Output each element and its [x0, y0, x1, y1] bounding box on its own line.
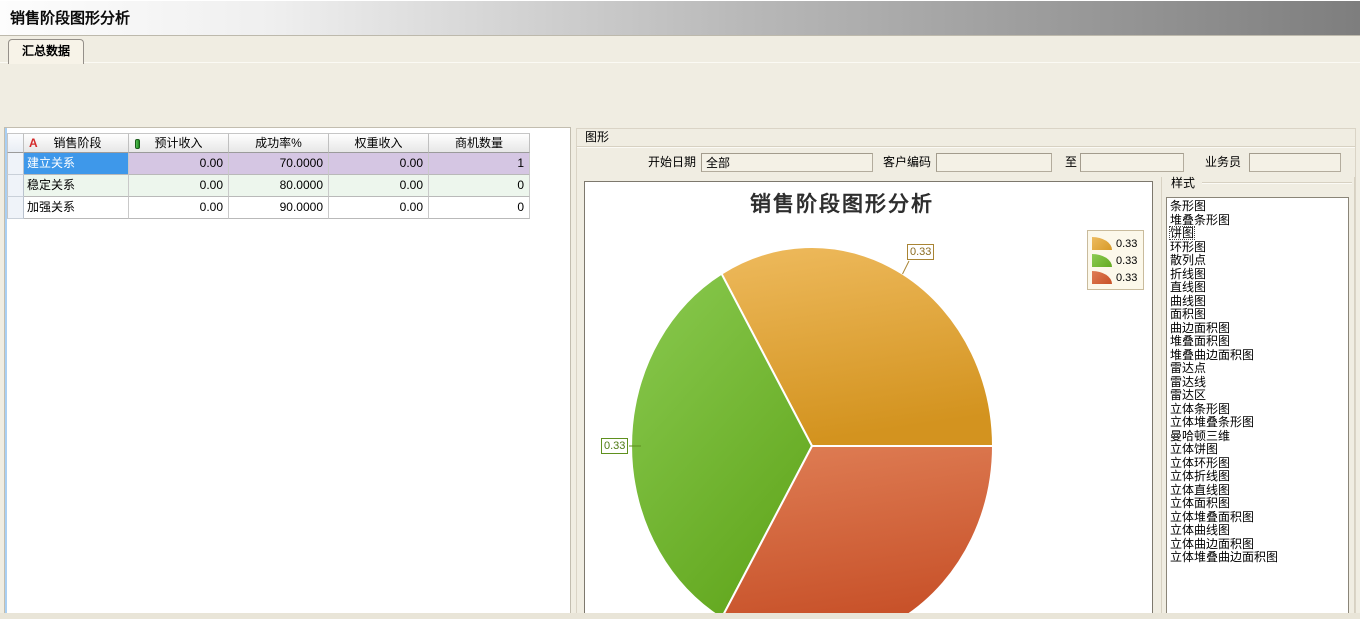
style-group: 样式 条形图 堆叠条形图 饼图 环形图 散列点 折线图 直线图 曲线图 面积图 … — [1161, 177, 1355, 619]
expected-income-cell[interactable]: 0.00 — [129, 153, 229, 175]
success-rate-cell[interactable]: 70.0000 — [229, 153, 329, 175]
opportunity-count-cell[interactable]: 0 — [429, 197, 530, 219]
content-area: A 销售阶段 预计收入 成功率% 权重收入 商机数量 — [0, 62, 1360, 613]
column-header-success-rate[interactable]: 成功率% — [229, 133, 329, 153]
table-row[interactable]: 稳定关系 0.00 80.0000 0.00 0 — [7, 175, 530, 197]
opportunity-count-cell[interactable]: 0 — [429, 175, 530, 197]
chart-area: 销售阶段图形分析 0.33 0.33 0.33 0.33 0.33 0.3 — [584, 181, 1153, 619]
style-option-selected[interactable]: 饼图 — [1168, 227, 1347, 241]
chart-title: 销售阶段图形分析 — [617, 188, 1067, 218]
grid-header-row: A 销售阶段 预计收入 成功率% 权重收入 商机数量 — [7, 133, 530, 153]
table-row[interactable]: 建立关系 0.00 70.0000 0.00 1 — [7, 153, 530, 175]
stage-cell[interactable]: 加强关系 — [24, 197, 129, 219]
opportunity-count-cell[interactable]: 1 — [429, 153, 530, 175]
table-row[interactable]: 加强关系 0.00 90.0000 0.00 0 — [7, 197, 530, 219]
style-option[interactable]: 立体饼图 — [1168, 443, 1347, 457]
legend-item: 0.33 — [1092, 235, 1140, 252]
style-option[interactable]: 立体环形图 — [1168, 457, 1347, 471]
style-option[interactable]: 曲线图 — [1168, 295, 1347, 309]
style-option[interactable]: 条形图 — [1168, 200, 1347, 214]
pie-chart — [585, 182, 1152, 619]
pie-slice-icon — [1092, 254, 1112, 267]
style-option[interactable]: 堆叠条形图 — [1168, 214, 1347, 228]
text-type-icon: A — [29, 134, 38, 153]
row-header-cell[interactable] — [7, 175, 24, 197]
style-option[interactable]: 立体堆叠面积图 — [1168, 511, 1347, 525]
row-header-cell[interactable] — [7, 197, 24, 219]
bottom-strip — [0, 613, 1360, 619]
style-option[interactable]: 折线图 — [1168, 268, 1347, 282]
label-leader-line — [903, 261, 910, 274]
expected-income-cell[interactable]: 0.00 — [129, 197, 229, 219]
tab-bar: 汇总数据 — [0, 37, 1360, 63]
style-option[interactable]: 堆叠面积图 — [1168, 335, 1347, 349]
sales-stage-grid: A 销售阶段 预计收入 成功率% 权重收入 商机数量 — [7, 133, 530, 219]
column-header-opportunity-count[interactable]: 商机数量 — [429, 133, 530, 153]
style-option[interactable]: 立体堆叠曲边面积图 — [1168, 551, 1347, 565]
style-option[interactable]: 立体条形图 — [1168, 403, 1347, 417]
style-list[interactable]: 条形图 堆叠条形图 饼图 环形图 散列点 折线图 直线图 曲线图 面积图 曲边面… — [1166, 197, 1349, 619]
title-bar: 销售阶段图形分析 — [0, 0, 1360, 36]
style-option[interactable]: 环形图 — [1168, 241, 1347, 255]
style-option[interactable]: 雷达点 — [1168, 362, 1347, 376]
expected-income-cell[interactable]: 0.00 — [129, 175, 229, 197]
style-option[interactable]: 直线图 — [1168, 281, 1347, 295]
pie-slice-icon — [1092, 237, 1112, 250]
column-header-stage[interactable]: A 销售阶段 — [24, 133, 129, 153]
style-option[interactable]: 立体堆叠条形图 — [1168, 416, 1347, 430]
style-option[interactable]: 立体直线图 — [1168, 484, 1347, 498]
salesman-input[interactable] — [1249, 153, 1341, 172]
group-divider — [577, 146, 1355, 148]
stage-cell[interactable]: 建立关系 — [24, 153, 129, 175]
to-label: 至 — [1061, 153, 1077, 173]
graph-group-label: 图形 — [583, 130, 611, 146]
legend-item: 0.33 — [1092, 252, 1140, 269]
app-window: 销售阶段图形分析 汇总数据 A 销售阶段 预计收入 — [0, 0, 1360, 619]
style-option[interactable]: 堆叠曲边面积图 — [1168, 349, 1347, 363]
weighted-income-cell[interactable]: 0.00 — [329, 197, 429, 219]
column-header-expected-income[interactable]: 预计收入 — [129, 133, 229, 153]
success-rate-cell[interactable]: 90.0000 — [229, 197, 329, 219]
graph-panel: 图形 开始日期 客户编码 至 业务员 — [576, 128, 1356, 619]
row-header-corner — [7, 133, 24, 153]
customer-code-to-input[interactable] — [1080, 153, 1184, 172]
slice-label-green: 0.33 — [601, 438, 628, 454]
style-option[interactable]: 散列点 — [1168, 254, 1347, 268]
group-divider — [1202, 182, 1352, 184]
style-option[interactable]: 立体曲线图 — [1168, 524, 1347, 538]
sales-stage-grid-panel: A 销售阶段 预计收入 成功率% 权重收入 商机数量 — [4, 127, 571, 619]
style-option[interactable]: 立体曲边面积图 — [1168, 538, 1347, 552]
tab-summary-data[interactable]: 汇总数据 — [8, 39, 84, 64]
weighted-income-cell[interactable]: 0.00 — [329, 175, 429, 197]
column-header-weighted-income[interactable]: 权重收入 — [329, 133, 429, 153]
style-option[interactable]: 面积图 — [1168, 308, 1347, 322]
legend-item: 0.33 — [1092, 269, 1140, 286]
customer-code-input[interactable] — [936, 153, 1052, 172]
pie-slice-icon — [1092, 271, 1112, 284]
style-option[interactable]: 曲边面积图 — [1168, 322, 1347, 336]
start-date-input[interactable] — [701, 153, 873, 172]
style-option[interactable]: 雷达线 — [1168, 376, 1347, 390]
page-title: 销售阶段图形分析 — [10, 1, 130, 36]
weighted-income-cell[interactable]: 0.00 — [329, 153, 429, 175]
style-group-label: 样式 — [1168, 174, 1198, 191]
row-header-cell[interactable] — [7, 153, 24, 175]
stage-cell[interactable]: 稳定关系 — [24, 175, 129, 197]
customer-code-label: 客户编码 — [879, 153, 931, 173]
style-option[interactable]: 立体折线图 — [1168, 470, 1347, 484]
start-date-label: 开始日期 — [621, 153, 696, 173]
success-rate-cell[interactable]: 80.0000 — [229, 175, 329, 197]
salesman-label: 业务员 — [1201, 153, 1241, 173]
style-option[interactable]: 曼哈顿三维 — [1168, 430, 1347, 444]
style-option[interactable]: 立体面积图 — [1168, 497, 1347, 511]
style-option[interactable]: 雷达区 — [1168, 389, 1347, 403]
numeric-type-icon — [135, 139, 140, 149]
chart-legend: 0.33 0.33 0.33 — [1087, 230, 1144, 290]
slice-label-orange: 0.33 — [907, 244, 934, 260]
